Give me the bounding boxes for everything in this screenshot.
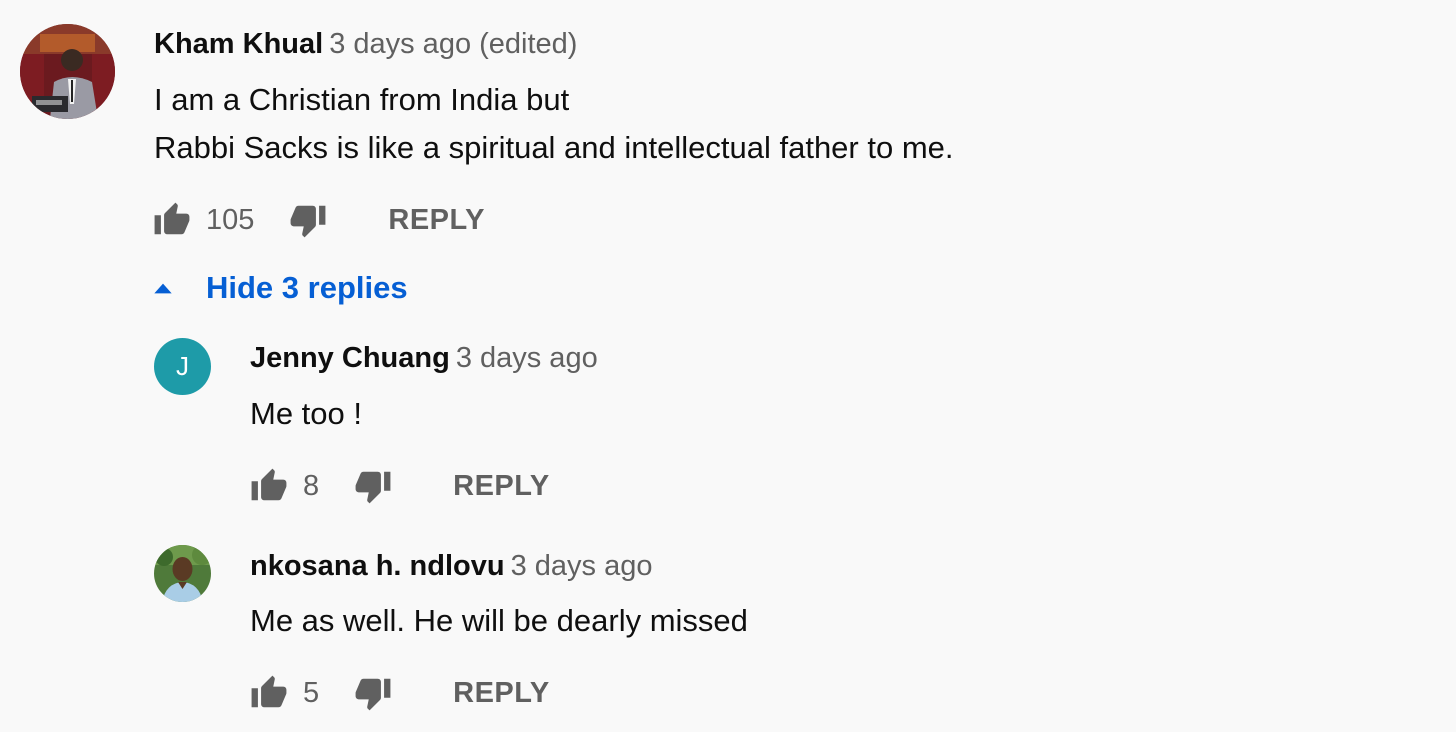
- comment-timestamp[interactable]: 3 days ago: [456, 342, 598, 374]
- comment-toolbar: 8 REPLY: [247, 464, 550, 508]
- like-button[interactable]: [150, 198, 194, 242]
- comment-header: nkosana h. ndlovu 3 days ago: [250, 548, 652, 584]
- comment-toolbar: 105 REPLY: [150, 198, 485, 242]
- comment-text-line: Me as well. He will be dearly missed: [250, 603, 748, 638]
- comment-timestamp[interactable]: 3 days ago (edited): [329, 28, 577, 60]
- comment-header: Jenny Chuang 3 days ago: [250, 340, 598, 376]
- like-button[interactable]: [247, 671, 291, 715]
- avatar[interactable]: [20, 24, 115, 119]
- avatar-letter: J: [176, 351, 189, 381]
- comment-text-line: I am a Christian from India but: [154, 82, 570, 117]
- author-name[interactable]: nkosana h. ndlovu: [250, 550, 505, 582]
- like-button[interactable]: [247, 464, 291, 508]
- thumbs-down-icon: [290, 205, 326, 238]
- thumbs-down-icon: [355, 471, 391, 504]
- hide-replies-button[interactable]: Hide 3 replies: [150, 266, 408, 310]
- reply-button[interactable]: REPLY: [453, 470, 550, 503]
- like-count: 105: [206, 203, 255, 236]
- comment-text: I am a Christian from India but Rabbi Sa…: [154, 76, 954, 172]
- comment-text-line: Rabbi Sacks is like a spiritual and inte…: [154, 130, 954, 165]
- comment-text: Me too !: [250, 390, 362, 438]
- dislike-button[interactable]: [351, 464, 395, 508]
- comments-section: Kham Khual 3 days ago (edited) I am a Chr…: [0, 0, 1456, 732]
- author-photo-icon: [154, 545, 211, 602]
- comment-toolbar: 5 REPLY: [247, 671, 550, 715]
- author-photo-icon: [20, 24, 115, 119]
- dislike-button[interactable]: [286, 198, 330, 242]
- author-name[interactable]: Kham Khual: [154, 28, 323, 60]
- comment-text-line: Me too !: [250, 396, 362, 431]
- thumbs-up-icon: [251, 468, 287, 501]
- hide-replies-label: Hide 3 replies: [206, 270, 408, 305]
- avatar[interactable]: J: [154, 338, 211, 395]
- avatar[interactable]: [154, 545, 211, 602]
- dislike-button[interactable]: [351, 671, 395, 715]
- comment-header: Kham Khual 3 days ago (edited): [154, 26, 577, 62]
- reply-button[interactable]: REPLY: [388, 204, 485, 237]
- thumbs-down-icon: [355, 678, 391, 711]
- like-count: 5: [303, 676, 320, 709]
- comment-timestamp[interactable]: 3 days ago: [511, 550, 653, 582]
- comment-text: Me as well. He will be dearly missed: [250, 597, 748, 645]
- author-name[interactable]: Jenny Chuang: [250, 342, 450, 374]
- reply-button[interactable]: REPLY: [453, 677, 550, 710]
- like-count: 8: [303, 469, 320, 502]
- thumbs-up-icon: [154, 202, 190, 235]
- caret-up-icon: [150, 275, 176, 301]
- thumbs-up-icon: [251, 675, 287, 708]
